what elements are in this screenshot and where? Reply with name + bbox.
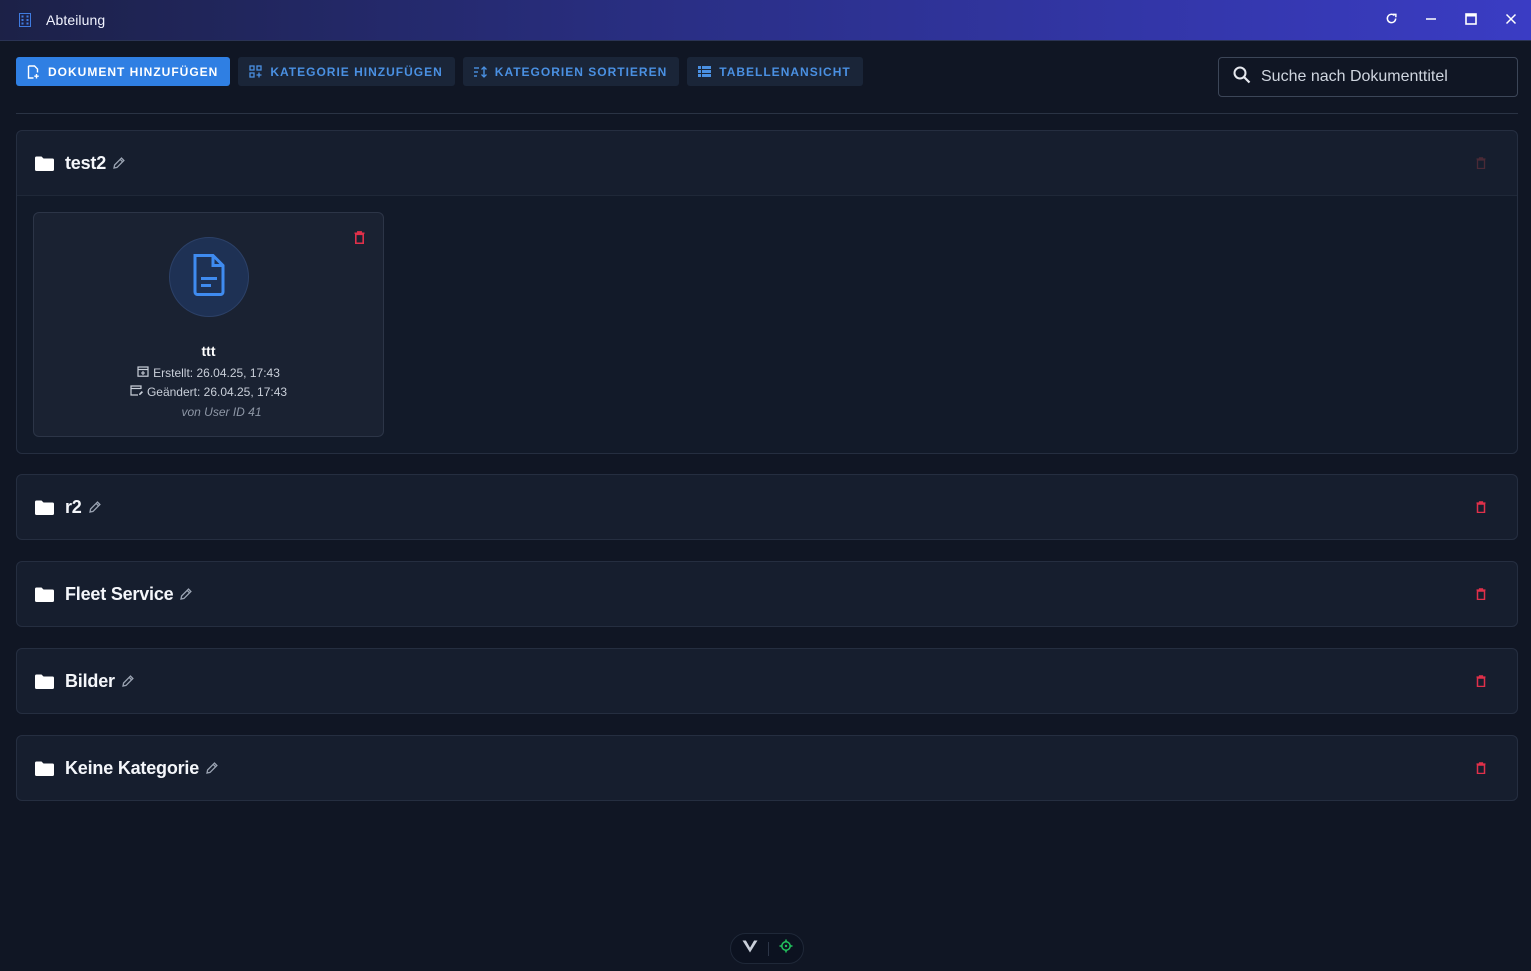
search-icon [1233, 66, 1251, 89]
maximize-button[interactable] [1451, 0, 1491, 41]
category-name: test2 [65, 152, 107, 173]
delete-category-icon[interactable] [1475, 674, 1487, 688]
vue-logo-icon[interactable] [742, 940, 758, 958]
calendar-edit-icon [130, 384, 143, 399]
delete-category-icon[interactable] [1475, 761, 1487, 775]
folder-icon [35, 155, 55, 171]
delete-category-icon[interactable] [1475, 587, 1487, 601]
add-document-button[interactable]: DOKUMENT HINZUFÜGEN [16, 57, 231, 86]
add-category-icon [248, 65, 262, 79]
category-panel-r2: r2 [16, 474, 1518, 540]
document-modified-text: Geändert: 26.04.25, 17:43 [146, 384, 288, 399]
folder-icon [35, 760, 55, 776]
devtools-pill[interactable] [730, 933, 804, 964]
category-panel-bilder: Bilder [16, 648, 1518, 714]
document-created: Erstellt: 26.04.25, 17:43 [34, 365, 383, 380]
folder-icon [35, 586, 55, 602]
title-bar: Abteilung [0, 0, 1531, 41]
target-icon[interactable] [779, 939, 793, 958]
window-title: Abteilung [46, 12, 106, 28]
category-name: Fleet Service [65, 583, 174, 604]
document-file-icon [192, 253, 226, 301]
close-button[interactable] [1491, 0, 1531, 41]
toolbar: DOKUMENT HINZUFÜGEN KATEGORIE HINZUFÜGEN… [16, 57, 863, 86]
table-view-label: TABELLENANSICHT [719, 64, 851, 79]
category-name: Keine Kategorie [65, 757, 200, 778]
edit-pencil-icon[interactable] [112, 156, 126, 170]
sort-icon [473, 65, 487, 79]
pill-separator [767, 941, 769, 956]
document-card[interactable]: ttt Erstellt: 26.04.25, 17:43 Geändert: … [33, 212, 384, 437]
edit-pencil-icon[interactable] [121, 674, 135, 688]
table-icon [697, 65, 711, 79]
calendar-plus-icon [137, 365, 149, 380]
delete-document-icon[interactable] [354, 231, 365, 249]
category-name: Bilder [65, 670, 115, 691]
folder-icon [35, 499, 55, 515]
minimize-icon [1425, 12, 1437, 30]
refresh-button[interactable] [1371, 0, 1411, 41]
category-header[interactable]: r2 [17, 475, 1517, 539]
minimize-button[interactable] [1411, 0, 1451, 41]
search-input[interactable] [1261, 68, 1501, 86]
edit-pencil-icon[interactable] [88, 500, 102, 514]
window-controls [1371, 0, 1531, 41]
category-header[interactable]: Keine Kategorie [17, 736, 1517, 800]
category-header[interactable]: Fleet Service [17, 562, 1517, 626]
building-icon [18, 13, 32, 27]
category-header[interactable]: test2 [17, 131, 1517, 195]
delete-category-icon[interactable] [1475, 500, 1487, 514]
category-panel-fleet-service: Fleet Service [16, 561, 1518, 627]
edit-pencil-icon[interactable] [205, 761, 219, 775]
table-view-button[interactable]: TABELLENANSICHT [687, 57, 863, 86]
add-category-label: KATEGORIE HINZUFÜGEN [270, 64, 443, 79]
category-name: r2 [65, 496, 82, 517]
document-created-text: Erstellt: 26.04.25, 17:43 [153, 365, 280, 380]
document-author: von User ID 41 [181, 405, 262, 419]
maximize-icon [1465, 12, 1477, 30]
add-document-icon [26, 64, 40, 79]
add-document-label: DOKUMENT HINZUFÜGEN [48, 64, 219, 79]
sort-categories-button[interactable]: KATEGORIEN SORTIEREN [462, 57, 680, 86]
toolbar-divider [16, 113, 1518, 114]
delete-category-icon[interactable] [1475, 156, 1487, 170]
edit-pencil-icon[interactable] [179, 587, 193, 601]
document-title: ttt [201, 343, 216, 359]
category-panel-keine-kategorie: Keine Kategorie [16, 735, 1518, 801]
close-icon [1505, 12, 1517, 30]
search-box [1218, 57, 1518, 97]
category-body: ttt Erstellt: 26.04.25, 17:43 Geändert: … [17, 195, 1517, 453]
document-modified: Geändert: 26.04.25, 17:43 [34, 384, 383, 399]
sort-categories-label: KATEGORIEN SORTIEREN [494, 64, 668, 79]
document-avatar [169, 237, 249, 317]
add-category-button[interactable]: KATEGORIE HINZUFÜGEN [238, 57, 455, 86]
folder-icon [35, 673, 55, 689]
refresh-icon [1385, 12, 1398, 30]
category-panel-test2: test2 ttt Erstellt: 26.04.25, 17:43 Geän… [16, 130, 1518, 454]
category-header[interactable]: Bilder [17, 649, 1517, 713]
